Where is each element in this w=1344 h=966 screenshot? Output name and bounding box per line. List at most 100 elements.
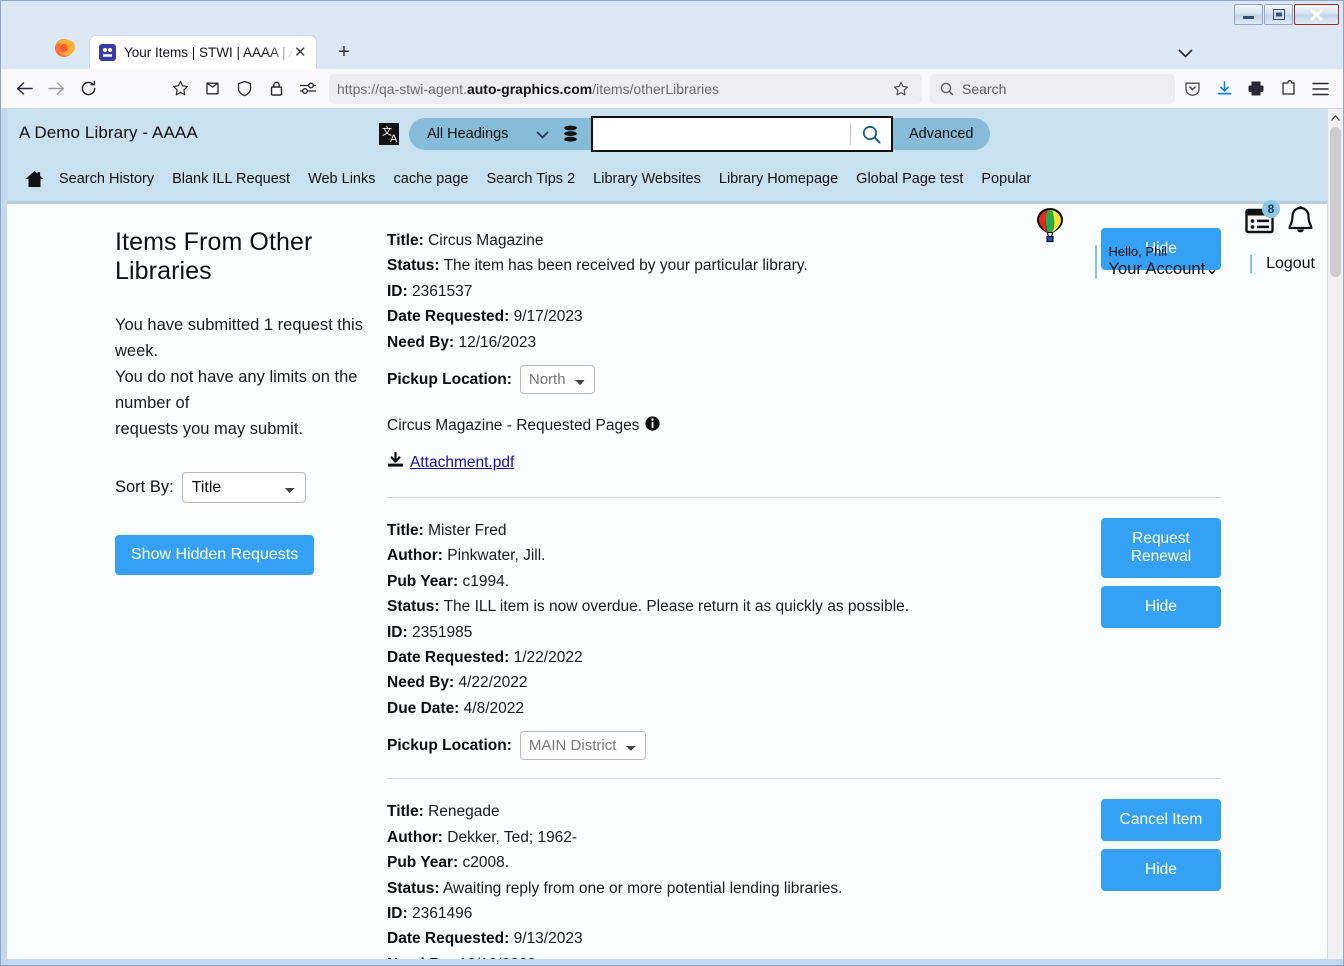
list-all-tabs-icon[interactable] bbox=[1178, 45, 1193, 63]
advanced-search-button[interactable]: Advanced bbox=[893, 118, 990, 150]
record-details: Title: Renegade Author: Dekker, Ted; 196… bbox=[387, 799, 1101, 959]
print-icon[interactable] bbox=[1241, 74, 1271, 104]
site-search-submit-icon[interactable] bbox=[851, 118, 891, 150]
window-titlebar bbox=[1, 1, 1343, 29]
new-tab-button[interactable]: + bbox=[333, 42, 355, 62]
downloads-icon[interactable] bbox=[1209, 74, 1239, 104]
record-status-line: Status: The item has been received by yo… bbox=[387, 257, 808, 275]
info-icon[interactable] bbox=[645, 416, 661, 436]
bell-icon[interactable] bbox=[1286, 205, 1315, 240]
reload-button[interactable] bbox=[73, 74, 103, 104]
notification-count-badge: 8 bbox=[1262, 199, 1280, 218]
sort-row: Sort By: Title bbox=[115, 472, 377, 504]
extensions-icon[interactable] bbox=[1273, 74, 1303, 104]
nav-item-cache-page[interactable]: cache page bbox=[385, 171, 478, 187]
record-title-line: Title: Circus Magazine bbox=[387, 232, 544, 249]
chevron-down-icon bbox=[536, 127, 549, 143]
cancel-item-button[interactable]: Cancel Item bbox=[1101, 799, 1221, 842]
pocket-save-icon[interactable] bbox=[1177, 74, 1207, 104]
your-account-menu[interactable]: Your Account⌄ bbox=[1109, 260, 1219, 279]
record-status-line: Status: The ILL item is now overdue. Ple… bbox=[387, 598, 910, 616]
request-renewal-button[interactable]: Request Renewal bbox=[1101, 518, 1221, 579]
app-favicon-icon bbox=[99, 44, 116, 61]
nav-item-search-history[interactable]: Search History bbox=[50, 171, 163, 187]
record-item: Title: Renegade Author: Dekker, Ted; 196… bbox=[387, 778, 1221, 959]
record-need-by-line: Need By: 4/22/2022 bbox=[387, 674, 528, 692]
record-title-line: Title: Renegade bbox=[387, 803, 500, 821]
home-icon[interactable] bbox=[25, 170, 44, 188]
record-id-line: ID: 2361496 bbox=[387, 904, 473, 922]
svg-text:A: A bbox=[390, 133, 398, 145]
nav-item-search-tips-2[interactable]: Search Tips 2 bbox=[477, 171, 584, 187]
show-hidden-requests-button[interactable]: Show Hidden Requests bbox=[115, 535, 315, 576]
summary-line-3: requests you may submit. bbox=[115, 420, 303, 439]
page-scrollbar[interactable] bbox=[1327, 109, 1343, 959]
request-summary-text: You have submitted 1 request this week. … bbox=[115, 312, 377, 442]
save-to-pocket-icon[interactable] bbox=[197, 74, 227, 104]
sidebar-panel: Items From Other Libraries You have subm… bbox=[7, 228, 387, 959]
lock-icon[interactable] bbox=[261, 74, 291, 104]
window-controls bbox=[1234, 4, 1339, 25]
close-button[interactable] bbox=[1294, 4, 1339, 25]
pickup-location-select[interactable]: North bbox=[519, 365, 595, 395]
nav-item-blank-ill-request[interactable]: Blank ILL Request bbox=[163, 171, 299, 187]
back-button[interactable] bbox=[9, 74, 39, 104]
scrollbar-thumb[interactable] bbox=[1330, 127, 1341, 277]
translate-icon[interactable]: 文 A bbox=[377, 121, 401, 147]
record-status-line: Status: Awaiting reply from one or more … bbox=[387, 879, 843, 897]
maximize-button[interactable] bbox=[1264, 4, 1293, 25]
sort-by-select[interactable]: Title bbox=[181, 472, 306, 504]
attachment-link-row: Attachment.pdf bbox=[387, 451, 1085, 473]
search-bar[interactable]: Search bbox=[930, 73, 1175, 104]
permissions-icon[interactable] bbox=[293, 74, 323, 104]
record-pub-year-line: Pub Year: c2008. bbox=[387, 854, 510, 872]
tab-close-icon[interactable]: ✕ bbox=[294, 45, 310, 60]
tab-strip: Your Items | STWI | AAAA | Auto ✕ + bbox=[1, 29, 1343, 69]
record-author-line: Author: Pinkwater, Jill. bbox=[387, 547, 546, 565]
browser-tab-active[interactable]: Your Items | STWI | AAAA | Auto ✕ bbox=[89, 35, 317, 69]
record-date-requested-line: Date Requested: 9/17/2023 bbox=[387, 308, 583, 326]
bookmark-page-icon[interactable] bbox=[886, 74, 916, 104]
chevron-down-icon: ⌄ bbox=[1205, 259, 1219, 278]
nav-item-library-homepage[interactable]: Library Homepage bbox=[710, 171, 847, 187]
forward-button[interactable] bbox=[41, 74, 71, 104]
record-actions: Request Renewal Hide bbox=[1101, 518, 1221, 760]
record-need-by-line: Need By: 12/12/2023 bbox=[387, 952, 1085, 959]
site-search-input[interactable] bbox=[593, 118, 850, 150]
hide-button[interactable]: Hide bbox=[1101, 586, 1221, 629]
nav-item-library-websites[interactable]: Library Websites bbox=[584, 171, 710, 187]
site-search-box[interactable] bbox=[591, 116, 893, 152]
url-text: https://qa-stwi-agent.auto-graphics.com/… bbox=[337, 80, 720, 97]
pickup-location-select[interactable]: MAIN District bbox=[519, 731, 646, 761]
nav-item-web-links[interactable]: Web Links bbox=[299, 171, 384, 187]
summary-line-2: You do not have any limits on the number… bbox=[115, 368, 358, 413]
search-bar-placeholder: Search bbox=[962, 80, 1007, 97]
header-divider bbox=[7, 201, 1327, 204]
app-menu-icon[interactable] bbox=[1305, 74, 1335, 104]
site-search-cluster: 文 A All Headings Advanced bbox=[377, 116, 990, 152]
nav-item-global-page-test[interactable]: Global Page test bbox=[847, 171, 972, 187]
browser-toolbar: https://qa-stwi-agent.auto-graphics.com/… bbox=[1, 69, 1343, 109]
download-icon[interactable] bbox=[387, 451, 404, 473]
browser-window: Your Items | STWI | AAAA | Auto ✕ + bbox=[0, 0, 1344, 966]
hot-air-balloon-icon[interactable] bbox=[1035, 207, 1065, 248]
pickup-location-row: Pickup Location: North bbox=[387, 365, 1085, 395]
address-bar[interactable]: https://qa-stwi-agent.auto-graphics.com/… bbox=[329, 73, 922, 104]
record-id-line: ID: 2351985 bbox=[387, 623, 473, 641]
record-date-requested-line: Date Requested: 9/13/2023 bbox=[387, 930, 583, 948]
logout-block: Logout bbox=[1250, 255, 1315, 273]
headings-dropdown[interactable]: All Headings bbox=[409, 118, 591, 150]
scroll-up-arrow-icon[interactable] bbox=[1328, 109, 1343, 126]
minimize-button[interactable] bbox=[1234, 4, 1263, 25]
my-list-icon[interactable]: 8 bbox=[1245, 199, 1280, 239]
attachment-file-link[interactable]: Attachment.pdf bbox=[410, 454, 514, 472]
tracking-shield-icon[interactable] bbox=[229, 74, 259, 104]
page-viewport: A Demo Library - AAAA 文 A All Headings A… bbox=[1, 109, 1343, 965]
bookmark-star-icon[interactable] bbox=[165, 74, 195, 104]
database-icon[interactable] bbox=[562, 125, 579, 147]
logout-link[interactable]: Logout bbox=[1266, 255, 1315, 272]
record-title-line: Title: Mister Fred bbox=[387, 522, 507, 540]
hide-button[interactable]: Hide bbox=[1101, 849, 1221, 892]
nav-item-popular[interactable]: Popular bbox=[972, 171, 1040, 187]
pickup-location-label: Pickup Location: bbox=[387, 370, 512, 388]
